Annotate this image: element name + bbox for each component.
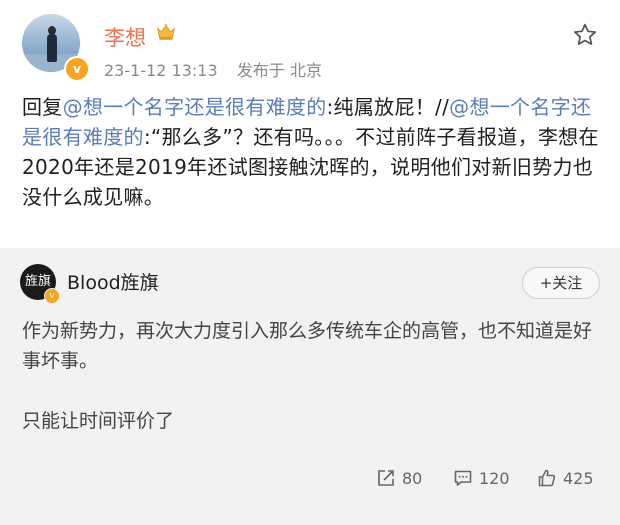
comment-count: 120 [479,468,510,488]
like-count: 425 [563,468,594,488]
thumbs-up-icon [538,469,556,487]
like-button[interactable]: 425 [537,466,594,490]
follow-button[interactable]: +关注 [522,267,600,299]
quoted-paragraph: 作为新势力，再次大力度引入那么多传统车企的高管，也不知道是好事坏事。 [22,320,593,372]
verified-badge-icon: v [64,56,90,82]
comment-button[interactable]: 120 [453,466,510,490]
quoted-content: 作为新势力，再次大力度引入那么多传统车企的高管，也不知道是好事坏事。 只能让时间… [22,316,602,436]
weibo-post: v 李想 23-1-12 13:13 发布于 北京 回复@想一个名字还是很有难度… [0,0,620,248]
favorite-star-icon[interactable] [572,22,598,48]
reply-prefix: 回复 [22,95,63,119]
quoted-author-name[interactable]: Blood旌旗 [67,268,159,295]
repost-icon [378,470,394,486]
quoted-post[interactable]: 旌旗 v Blood旌旗 +关注 作为新势力，再次大力度引入那么多传统车企的高管… [0,248,620,525]
author-name[interactable]: 李想 [104,22,146,52]
post-content: 回复@想一个名字还是很有难度的:纯属放屁！//@想一个名字还是很有难度的:“那么… [22,92,602,212]
repost-count: 80 [402,468,423,488]
crown-icon [157,23,175,40]
post-date: 23-1-12 13:13 [104,61,218,80]
quoted-paragraph: 只能让时间评价了 [22,410,175,432]
verified-badge-icon: v [44,288,60,304]
repost-button[interactable]: 80 [376,466,422,490]
post-meta: 23-1-12 13:13 发布于 北京 [104,57,336,81]
content-text: :纯属放屁！// [326,95,450,119]
avatar-figure [47,34,57,62]
post-location: 发布于 北京 [236,61,322,80]
mention-link[interactable]: @想一个名字还是很有难度的 [63,95,327,119]
comment-icon [454,470,472,486]
